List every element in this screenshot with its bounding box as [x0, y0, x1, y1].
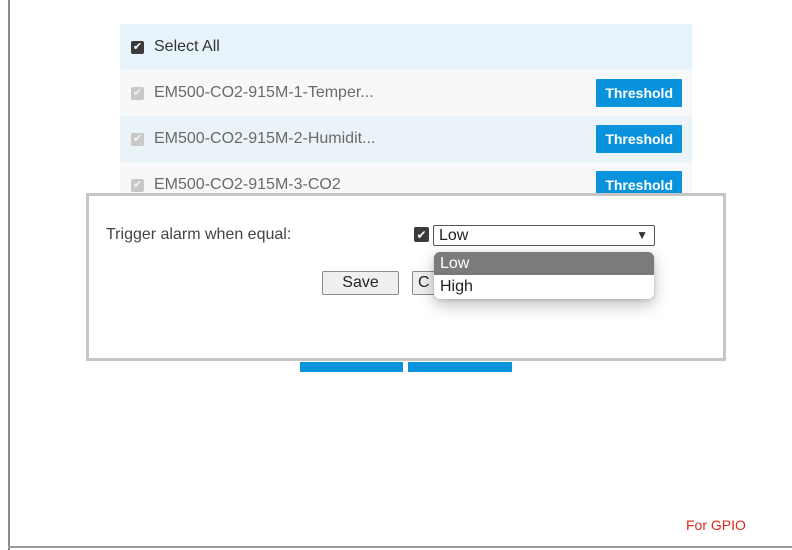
list-item: ✔ EM500-CO2-915M-1-Temper... Threshold [120, 70, 692, 116]
select-all-checkbox[interactable]: ✔ [131, 40, 144, 54]
trigger-alarm-label: Trigger alarm when equal: [106, 226, 292, 243]
threshold-button[interactable]: Threshold [596, 79, 682, 107]
window-left-border [8, 0, 10, 550]
item-checkbox[interactable]: ✔ [131, 178, 144, 192]
gpio-note: For GPIO [686, 517, 746, 533]
trigger-enable-checkbox[interactable]: ✔ [414, 227, 429, 242]
background-button-edge [408, 362, 512, 372]
trigger-value-select[interactable]: Low ▼ [433, 225, 655, 246]
select-all-row[interactable]: ✔ Select All [120, 24, 692, 70]
item-label: EM500-CO2-915M-1-Temper... [154, 84, 374, 101]
item-label: EM500-CO2-915M-2-Humidit... [154, 130, 376, 147]
select-options-dropdown: Low High [434, 252, 654, 299]
item-label: EM500-CO2-915M-3-CO2 [154, 176, 341, 193]
select-all-label: Select All [154, 38, 220, 55]
item-checkbox[interactable]: ✔ [131, 86, 144, 100]
option-high[interactable]: High [434, 275, 654, 298]
select-value: Low [439, 227, 469, 244]
window-bottom-border [8, 546, 792, 548]
sensor-list: ✔ Select All ✔ EM500-CO2-915M-1-Temper..… [120, 24, 692, 208]
threshold-button[interactable]: Threshold [596, 125, 682, 153]
item-checkbox[interactable]: ✔ [131, 132, 144, 146]
chevron-down-icon: ▼ [636, 228, 648, 242]
option-low[interactable]: Low [434, 252, 654, 275]
list-item: ✔ EM500-CO2-915M-2-Humidit... Threshold [120, 116, 692, 162]
save-button[interactable]: Save [322, 271, 399, 295]
background-button-edge [300, 362, 403, 372]
